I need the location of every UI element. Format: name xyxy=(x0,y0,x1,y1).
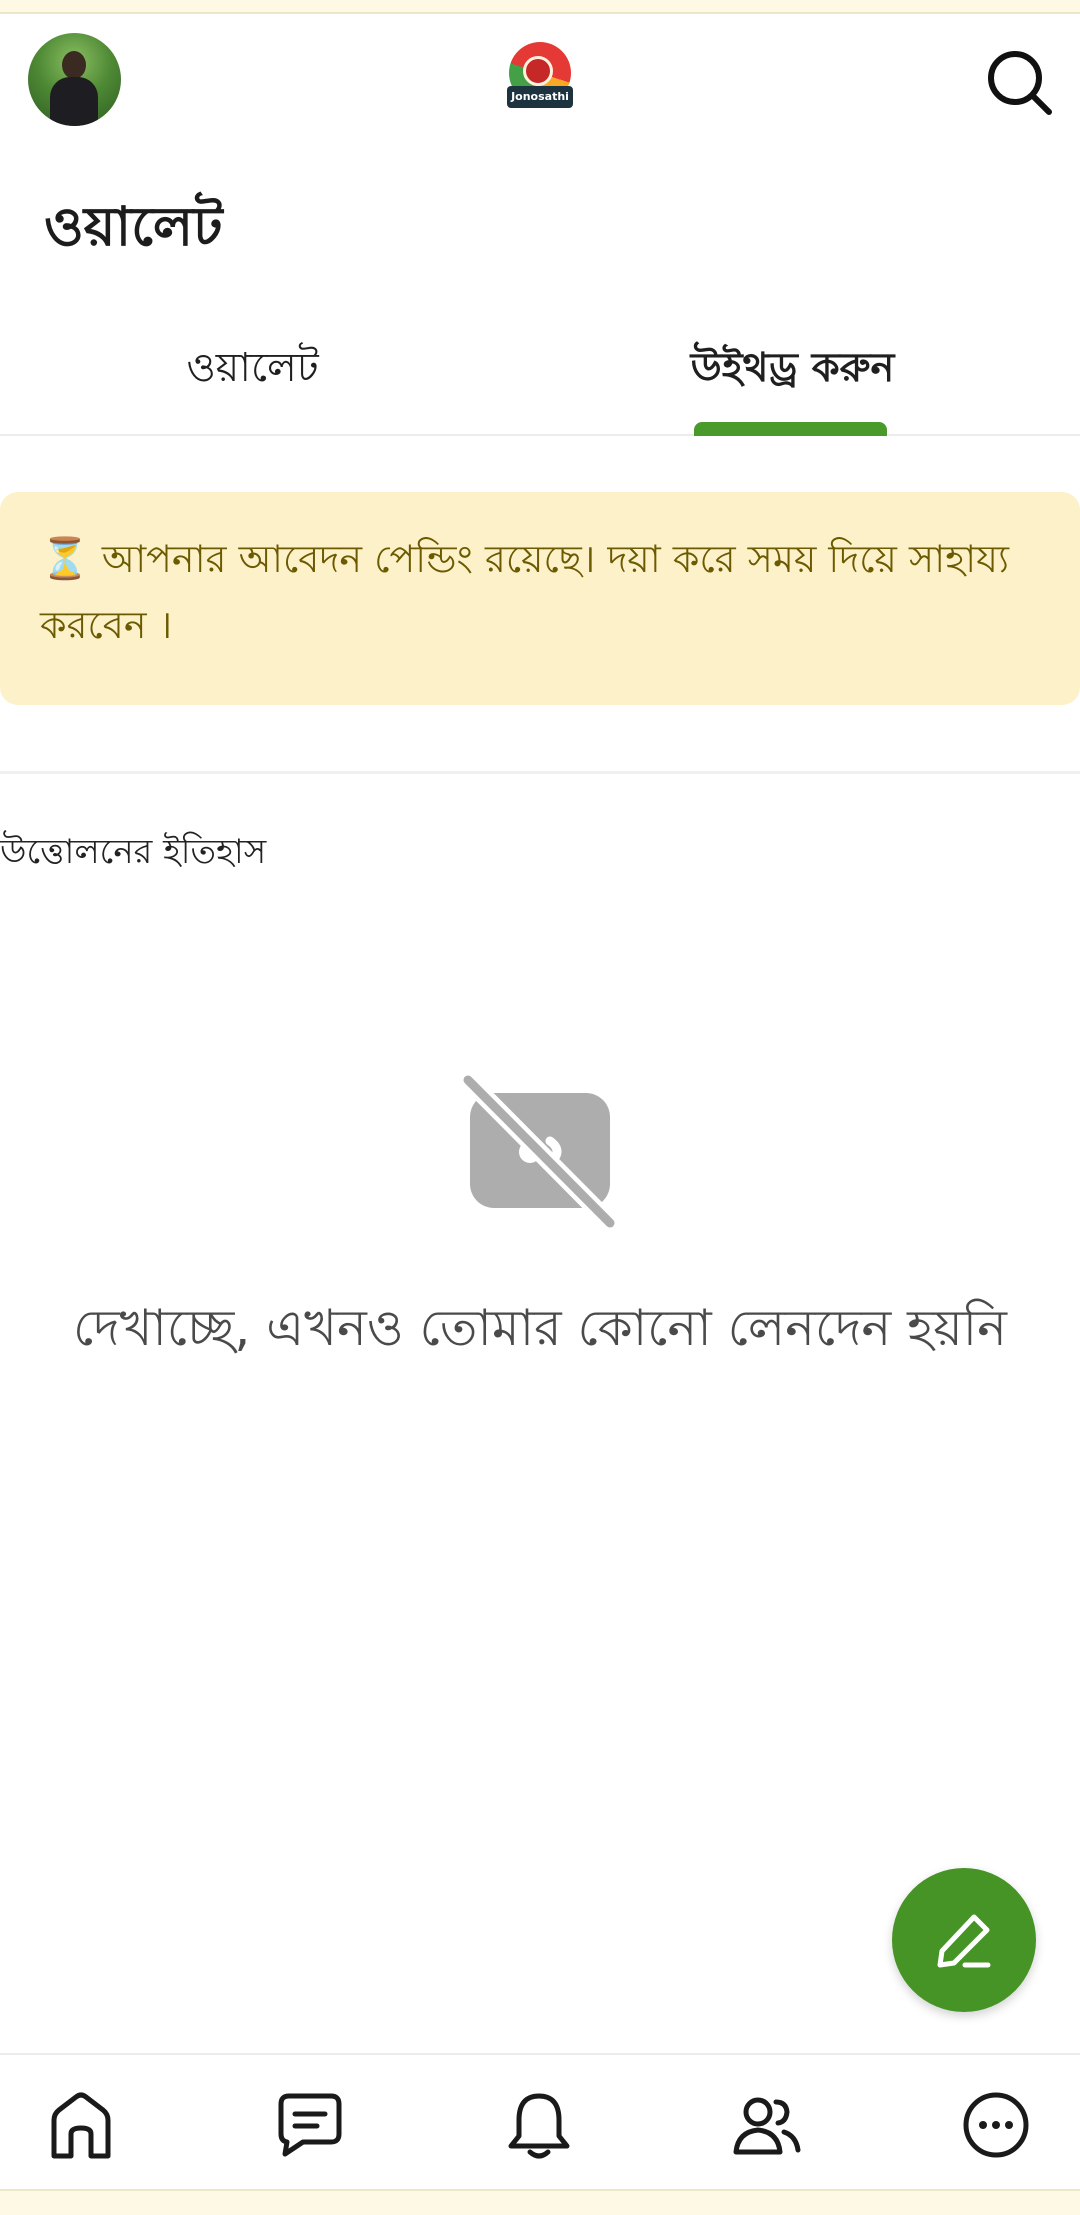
tab-withdraw-label: উইথড্র করুন xyxy=(690,345,895,391)
page-title: ওয়ালেট xyxy=(44,195,223,258)
notice-text: আপনার আবেদন পেন্ডিং রয়েছে। দয়া করে সময… xyxy=(40,537,1009,647)
hourglass-icon: ⏳ xyxy=(40,536,90,582)
status-strip xyxy=(0,0,1080,14)
active-tab-indicator xyxy=(694,422,887,436)
logo-text: Jonosathi xyxy=(507,86,573,108)
gesture-bar-area xyxy=(0,2189,1080,2215)
home-icon xyxy=(51,2092,111,2159)
avatar[interactable] xyxy=(28,33,121,126)
tab-bar: ওয়ালেট উইথড্র করুন xyxy=(0,300,1080,436)
nav-notifications[interactable] xyxy=(504,2090,574,2160)
avatar-head xyxy=(62,51,86,79)
app-header: Jonosathi xyxy=(0,14,1080,144)
nav-more[interactable] xyxy=(961,2090,1031,2160)
pending-notice: ⏳ আপনার আবেদন পেন্ডিং রয়েছে। দয়া করে সম… xyxy=(0,492,1080,705)
no-transactions-icon xyxy=(459,1071,620,1232)
tab-wallet[interactable]: ওয়ালেট xyxy=(0,300,505,436)
history-label: উত্তোলনের ইতিহাস xyxy=(0,832,267,872)
nav-messages[interactable] xyxy=(275,2090,345,2160)
people-icon xyxy=(733,2097,801,2155)
bottom-navigation xyxy=(0,2053,1080,2189)
more-icon xyxy=(963,2092,1029,2158)
chat-icon xyxy=(278,2093,342,2157)
tab-wallet-label: ওয়ালেট xyxy=(186,345,319,391)
bell-icon xyxy=(508,2093,570,2159)
empty-message: দেখাচ্ছে, এখনও তোমার কোনো লেনদেন হয়নি xyxy=(73,1299,1007,1357)
section-divider xyxy=(0,771,1080,774)
search-button[interactable] xyxy=(985,48,1055,118)
compose-button[interactable] xyxy=(892,1868,1036,2012)
avatar-body xyxy=(50,77,98,126)
nav-friends[interactable] xyxy=(732,2090,802,2160)
tab-withdraw[interactable]: উইথড্র করুন xyxy=(540,300,1045,436)
wallet-page: Jonosathi ওয়ালেট ওয়ালেট উইথড্র করুন ⏳ আ… xyxy=(0,0,1080,2215)
app-logo: Jonosathi xyxy=(507,42,573,118)
pencil-icon xyxy=(937,1914,991,1968)
nav-home[interactable] xyxy=(46,2090,116,2160)
logo-center xyxy=(523,56,553,86)
search-icon xyxy=(988,51,1052,115)
